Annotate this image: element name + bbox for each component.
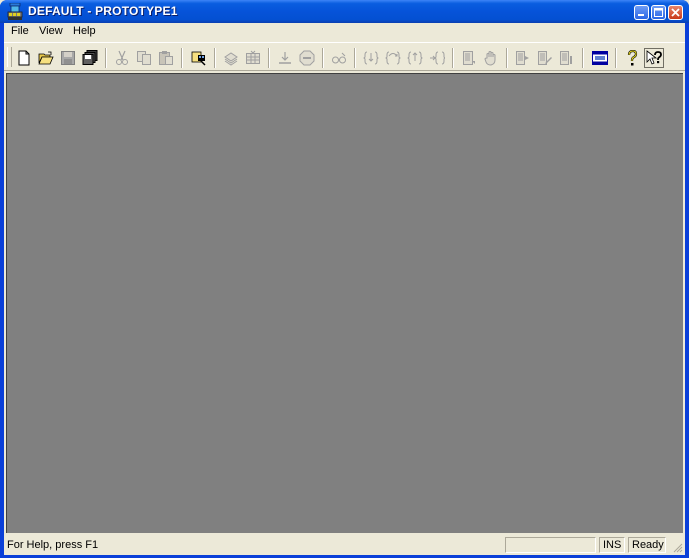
step-over-button[interactable] bbox=[383, 48, 403, 68]
menu-view[interactable]: View bbox=[37, 25, 65, 37]
insert-breakpoint-icon bbox=[463, 51, 475, 65]
title-bar[interactable]: DEFAULT - PROTOTYPE1 bbox=[0, 0, 689, 23]
resize-grip-icon[interactable] bbox=[673, 543, 683, 553]
toolbar-separator bbox=[615, 48, 617, 68]
grid-button[interactable] bbox=[243, 48, 263, 68]
run-to-cursor-button[interactable] bbox=[427, 48, 447, 68]
save-icon bbox=[61, 51, 75, 65]
window-view-icon bbox=[592, 51, 608, 65]
stop-button[interactable] bbox=[297, 48, 317, 68]
status-pane-ready: Ready bbox=[628, 537, 666, 553]
application-window: DEFAULT - PROTOTYPE1 File View Help For … bbox=[0, 0, 689, 558]
status-bar: For Help, press F1 INS Ready bbox=[4, 535, 685, 555]
cut-icon bbox=[116, 50, 128, 65]
list-button[interactable] bbox=[557, 48, 577, 68]
find-button[interactable] bbox=[189, 48, 209, 68]
export-button[interactable] bbox=[513, 48, 533, 68]
step-into-icon bbox=[363, 51, 379, 65]
step-into-button[interactable] bbox=[361, 48, 381, 68]
cut-button[interactable] bbox=[112, 48, 132, 68]
help-button[interactable] bbox=[622, 48, 642, 68]
close-button[interactable] bbox=[668, 5, 683, 20]
download-icon bbox=[279, 52, 291, 64]
toolbar-separator bbox=[452, 48, 454, 68]
context-help-icon bbox=[646, 50, 662, 65]
close-icon bbox=[671, 8, 680, 17]
export-icon bbox=[516, 51, 529, 65]
status-message: For Help, press F1 bbox=[7, 539, 99, 551]
layers-icon bbox=[224, 52, 238, 66]
minimize-button[interactable] bbox=[634, 5, 649, 20]
toolbar-separator bbox=[105, 48, 107, 68]
copy-button[interactable] bbox=[134, 48, 154, 68]
maximize-button[interactable] bbox=[651, 5, 666, 20]
toolbar-separator bbox=[268, 48, 270, 68]
copy-icon bbox=[137, 51, 151, 65]
grid-icon bbox=[246, 50, 260, 64]
menu-bar: File View Help bbox=[4, 23, 685, 41]
open-button[interactable] bbox=[36, 48, 56, 68]
open-folder-icon bbox=[38, 51, 54, 65]
step-over-icon bbox=[385, 51, 401, 65]
save-button[interactable] bbox=[58, 48, 78, 68]
toolbar-separator bbox=[181, 48, 183, 68]
toolbar-grip[interactable] bbox=[7, 47, 12, 67]
toolbar-separator bbox=[354, 48, 356, 68]
edit-list-icon bbox=[538, 51, 552, 65]
window-view-button[interactable] bbox=[590, 48, 610, 68]
run-to-cursor-icon bbox=[430, 51, 445, 65]
save-all-icon bbox=[82, 50, 98, 65]
mdi-workspace[interactable] bbox=[6, 73, 683, 533]
toolbar-separator bbox=[322, 48, 324, 68]
paste-icon bbox=[159, 51, 173, 65]
status-pane-empty bbox=[505, 537, 596, 553]
menu-help[interactable]: Help bbox=[71, 25, 98, 37]
stop-icon bbox=[299, 50, 315, 66]
minimize-icon bbox=[638, 14, 644, 16]
watch-icon bbox=[332, 52, 346, 64]
client-area: File View Help For Help, press F1 INS Re… bbox=[4, 23, 685, 555]
watch-button[interactable] bbox=[329, 48, 349, 68]
status-pane-ins: INS bbox=[599, 537, 625, 553]
layers-button[interactable] bbox=[221, 48, 241, 68]
toolbar bbox=[4, 42, 685, 71]
maximize-icon bbox=[654, 8, 663, 17]
context-help-button[interactable] bbox=[644, 48, 664, 68]
help-icon bbox=[627, 50, 638, 66]
step-out-button[interactable] bbox=[405, 48, 425, 68]
find-icon bbox=[191, 51, 206, 66]
download-button[interactable] bbox=[275, 48, 295, 68]
new-button[interactable] bbox=[14, 48, 34, 68]
list-icon bbox=[560, 51, 572, 65]
toolbar-separator bbox=[582, 48, 584, 68]
window-title: DEFAULT - PROTOTYPE1 bbox=[28, 4, 178, 18]
menu-file[interactable]: File bbox=[9, 25, 31, 37]
save-all-button[interactable] bbox=[80, 48, 100, 68]
hand-button[interactable] bbox=[481, 48, 501, 68]
paste-button[interactable] bbox=[156, 48, 176, 68]
toolbar-separator bbox=[214, 48, 216, 68]
toolbar-separator bbox=[506, 48, 508, 68]
insert-breakpoint-button[interactable] bbox=[459, 48, 479, 68]
edit-list-button[interactable] bbox=[535, 48, 555, 68]
app-icon[interactable] bbox=[7, 3, 23, 20]
new-document-icon bbox=[18, 50, 30, 66]
hand-icon bbox=[484, 51, 496, 66]
step-out-icon bbox=[407, 51, 423, 65]
